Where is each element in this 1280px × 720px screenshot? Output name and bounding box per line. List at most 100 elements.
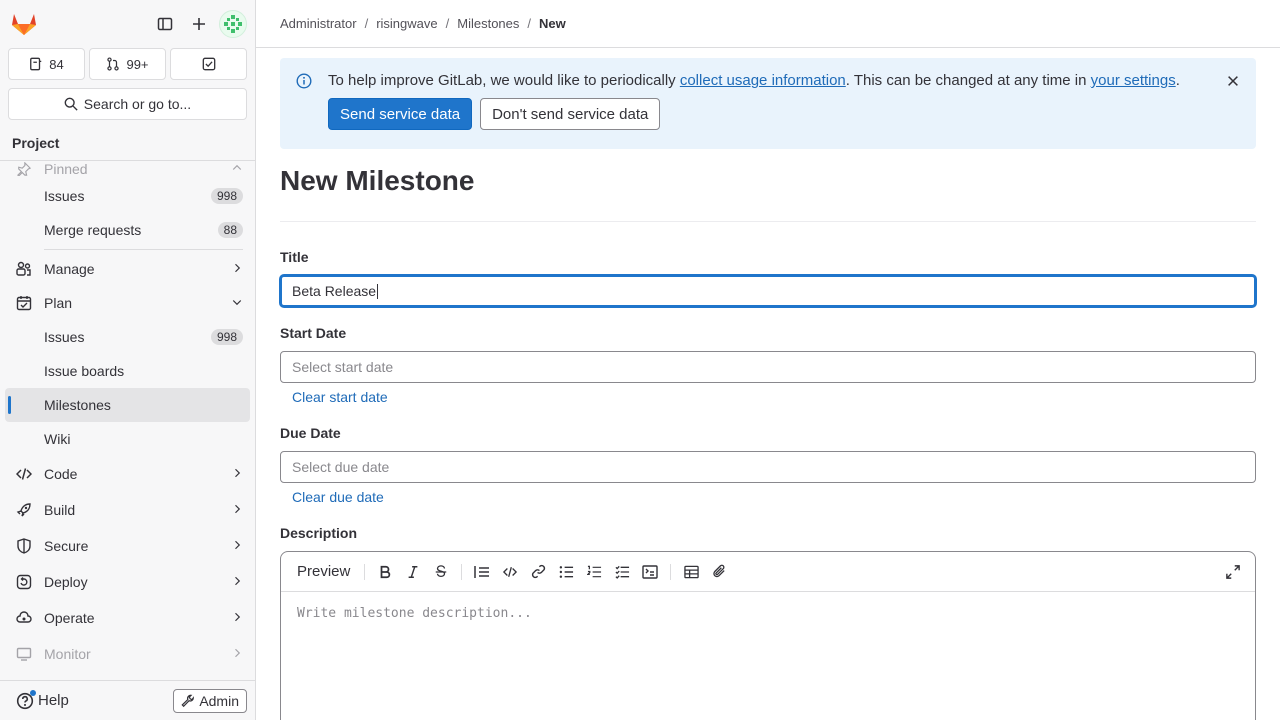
title-input[interactable]: Beta Release: [280, 275, 1256, 307]
italic-icon[interactable]: [399, 558, 427, 586]
sidebar-nav: Pinned Issues 998 Merge requests 88 Mana…: [0, 159, 255, 672]
calendar-icon: [16, 295, 32, 311]
sidebar-pinned-header[interactable]: Pinned: [0, 159, 255, 179]
sidebar-item-build[interactable]: Build: [0, 492, 255, 528]
sidebar-item-monitor[interactable]: Monitor: [0, 636, 255, 672]
strikethrough-icon[interactable]: [427, 558, 455, 586]
close-icon[interactable]: [1226, 74, 1240, 92]
help-button[interactable]: Help: [16, 689, 173, 710]
toolbar-divider: [461, 563, 463, 580]
search-label: Search or go to...: [83, 96, 192, 112]
sidebar-item-label: Code: [44, 466, 78, 482]
sidebar-item-manage[interactable]: Manage: [0, 252, 255, 286]
banner-message: To help improve GitLab, we would like to…: [328, 72, 1240, 89]
cloud-gear-icon: [16, 610, 32, 626]
sidebar-item-pinned-issues[interactable]: Issues 998: [0, 179, 255, 213]
sidebar-item-label: Operate: [44, 610, 95, 626]
sidebar: 84 99+ Search or go to... Project Pinned…: [0, 0, 256, 720]
chevron-right-icon: [231, 646, 243, 662]
quote-icon[interactable]: [468, 558, 496, 586]
merge-requests-counter-button[interactable]: 99+: [89, 48, 166, 80]
chevron-right-icon: [231, 261, 243, 277]
sidebar-item-plan[interactable]: Plan: [0, 286, 255, 320]
maximize-icon[interactable]: [1219, 558, 1247, 586]
attachment-icon[interactable]: [705, 558, 733, 586]
admin-button[interactable]: Admin: [173, 688, 247, 713]
collapsible-section-icon[interactable]: [636, 558, 664, 586]
chevron-down-icon: [231, 295, 243, 311]
service-data-banner: To help improve GitLab, we would like to…: [280, 58, 1256, 149]
sidebar-section-title: Project: [0, 125, 255, 161]
description-textarea[interactable]: Write milestone description...: [281, 592, 1255, 635]
search-button[interactable]: Search or go to...: [8, 88, 247, 120]
collect-usage-link[interactable]: collect usage information: [680, 72, 846, 89]
breadcrumb-separator: /: [364, 16, 369, 31]
sidebar-item-label: Merge requests: [44, 222, 142, 238]
search-icon: [64, 97, 78, 111]
dont-send-service-data-button[interactable]: Don't send service data: [480, 98, 661, 130]
code-icon[interactable]: [496, 558, 524, 586]
sidebar-item-secure[interactable]: Secure: [0, 528, 255, 564]
create-new-icon[interactable]: [183, 8, 215, 40]
admin-label: Admin: [199, 692, 239, 709]
sidebar-item-deploy[interactable]: Deploy: [0, 564, 255, 600]
task-list-icon[interactable]: [608, 558, 636, 586]
sidebar-item-milestones[interactable]: Milestones: [5, 388, 250, 422]
wrench-icon: [181, 694, 195, 707]
sidebar-item-operate[interactable]: Operate: [0, 600, 255, 636]
count-badge: 88: [217, 222, 243, 238]
bold-icon[interactable]: [371, 558, 399, 586]
merge-request-icon: [107, 57, 120, 71]
bullet-list-icon[interactable]: [552, 558, 580, 586]
rocket-icon: [16, 502, 32, 518]
gitlab-logo-icon[interactable]: [8, 8, 40, 40]
sidebar-item-plan-issues[interactable]: Issues 998: [0, 320, 255, 354]
chevron-right-icon: [231, 538, 243, 554]
clear-due-date-link[interactable]: Clear due date: [292, 489, 384, 505]
sidebar-item-wiki[interactable]: Wiki: [0, 422, 255, 456]
breadcrumb-item-project[interactable]: risingwave: [376, 16, 437, 31]
clear-start-date-link[interactable]: Clear start date: [292, 389, 388, 405]
shield-icon: [16, 538, 32, 554]
issues-counter-button[interactable]: 84: [8, 48, 85, 80]
breadcrumb-item-milestones[interactable]: Milestones: [457, 16, 519, 31]
help-label: Help: [38, 692, 69, 709]
help-icon: [16, 689, 36, 710]
description-label: Description: [280, 525, 358, 541]
sidebar-item-code[interactable]: Code: [0, 456, 255, 492]
sidebar-item-label: Plan: [44, 295, 73, 311]
page-title: New Milestone: [280, 165, 1256, 222]
sidebar-item-issue-boards[interactable]: Issue boards: [0, 354, 255, 388]
chevron-right-icon: [231, 466, 243, 482]
toggle-sidebar-icon[interactable]: [149, 8, 181, 40]
chevron-right-icon: [231, 574, 243, 590]
sidebar-footer: Help Admin: [0, 680, 255, 720]
send-service-data-button[interactable]: Send service data: [328, 98, 473, 130]
todos-counter-button[interactable]: [170, 48, 247, 80]
sidebar-item-label: Secure: [44, 538, 89, 554]
toolbar-divider: [364, 563, 366, 580]
chevron-up-icon: [231, 161, 243, 177]
preview-tab[interactable]: Preview: [289, 563, 358, 580]
table-icon[interactable]: [677, 558, 705, 586]
count-badge: 998: [210, 188, 243, 204]
due-date-input[interactable]: Select due date: [280, 451, 1256, 483]
sidebar-item-pinned-merge-requests[interactable]: Merge requests 88: [0, 213, 255, 247]
breadcrumb-item-current[interactable]: New: [539, 16, 566, 31]
text-caret: [377, 283, 379, 299]
numbered-list-icon[interactable]: [580, 558, 608, 586]
main-content: To help improve GitLab, we would like to…: [280, 58, 1256, 720]
sidebar-item-label: Build: [44, 502, 76, 518]
sidebar-header: [0, 0, 255, 48]
info-icon: [296, 73, 312, 93]
breadcrumb-item-administrator[interactable]: Administrator: [280, 16, 357, 31]
link-icon[interactable]: [524, 558, 552, 586]
breadcrumb-separator: /: [527, 16, 532, 31]
due-date-label: Due Date: [280, 425, 341, 441]
monitor-icon: [16, 646, 32, 662]
users-icon: [16, 261, 32, 277]
user-avatar[interactable]: [219, 10, 247, 38]
counters-row: 84 99+: [0, 48, 255, 80]
start-date-input[interactable]: Select start date: [280, 351, 1256, 383]
your-settings-link[interactable]: your settings: [1091, 72, 1176, 89]
